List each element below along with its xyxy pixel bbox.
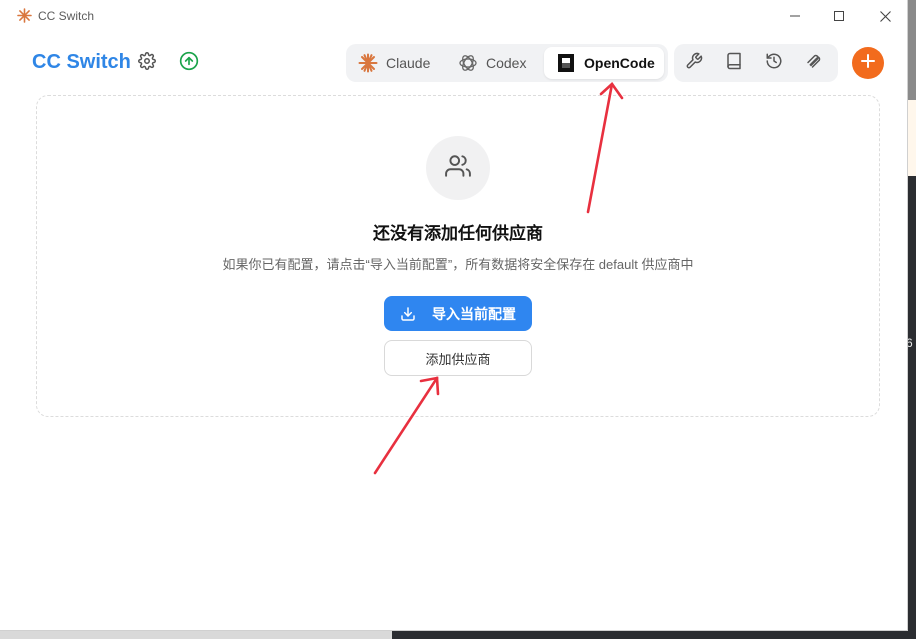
- empty-state-avatar: [426, 136, 490, 200]
- close-button[interactable]: [862, 0, 907, 32]
- tab-opencode-label: OpenCode: [584, 55, 655, 71]
- tools-button[interactable]: [682, 51, 706, 75]
- window-title: CC Switch: [38, 9, 95, 23]
- history-button[interactable]: [762, 51, 786, 75]
- import-config-label: 导入当前配置: [432, 305, 516, 322]
- tab-codex[interactable]: Codex: [458, 47, 538, 79]
- wrench-icon: [685, 52, 703, 75]
- add-provider-button[interactable]: 添加供应商: [384, 340, 532, 376]
- add-provider-label: 添加供应商: [425, 351, 491, 367]
- minimize-button[interactable]: [772, 0, 818, 32]
- tool-group: [674, 44, 838, 82]
- tab-codex-label: Codex: [486, 55, 527, 71]
- title-bar: CC Switch: [0, 0, 907, 32]
- plus-icon: [860, 53, 876, 74]
- tab-claude-label: Claude: [386, 55, 431, 71]
- book-icon: [725, 52, 743, 75]
- app-window: CC Switch CC Switch Claude Codex OpenCod…: [0, 0, 908, 631]
- mcp-button[interactable]: [802, 51, 826, 75]
- download-icon: [400, 306, 416, 322]
- brand-title: CC Switch: [32, 51, 131, 73]
- update-button[interactable]: [177, 51, 201, 75]
- opencode-icon: [556, 53, 576, 73]
- settings-button[interactable]: [135, 51, 159, 75]
- arrow-up-circle-icon: [179, 51, 199, 76]
- users-icon: [445, 153, 471, 184]
- app-tab-group: Claude Codex OpenCode: [346, 44, 668, 82]
- tab-claude[interactable]: Claude: [358, 47, 442, 79]
- empty-state-description: 如果你已有配置，请点击“导入当前配置”，所有数据将安全保存在 default 供…: [222, 257, 694, 272]
- attachment-icon: [805, 52, 823, 75]
- import-config-button[interactable]: 导入当前配置: [384, 296, 532, 331]
- gear-icon: [138, 51, 156, 75]
- empty-state-title: 还没有添加任何供应商: [373, 224, 543, 243]
- history-icon: [765, 52, 783, 75]
- add-provider-fab[interactable]: [852, 47, 884, 79]
- maximize-button[interactable]: [816, 0, 862, 32]
- codex-icon: [458, 53, 478, 73]
- claude-icon: [358, 53, 378, 73]
- app-logo-icon: [17, 8, 32, 23]
- prompts-button[interactable]: [722, 51, 746, 75]
- tab-opencode[interactable]: OpenCode: [544, 47, 664, 79]
